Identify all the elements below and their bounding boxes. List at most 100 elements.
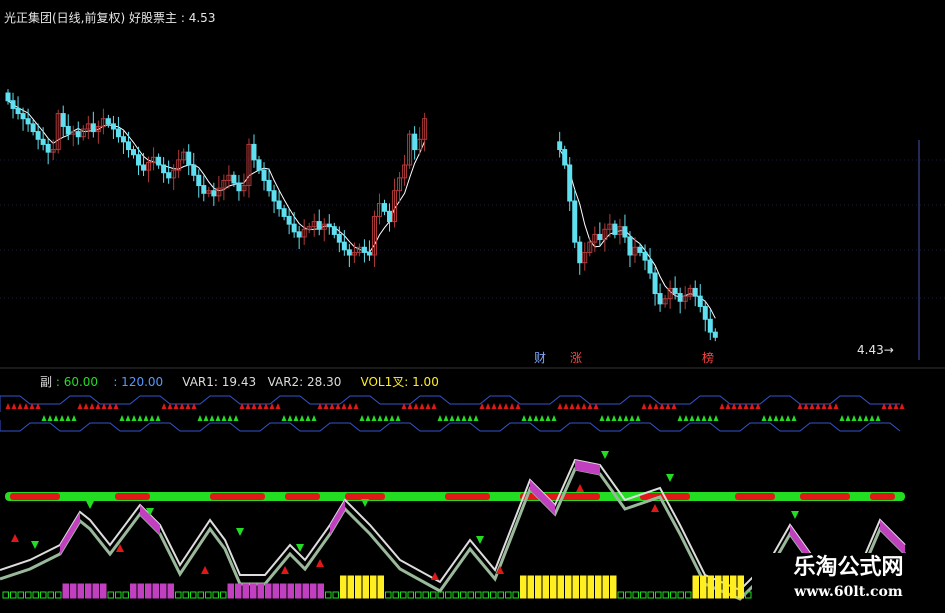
candle-body-103 bbox=[652, 272, 658, 295]
arrow-mark-116 bbox=[701, 415, 707, 421]
trend-bar-red-1 bbox=[115, 493, 150, 500]
arrow-mark-106 bbox=[641, 403, 647, 409]
bottom-chip-79 bbox=[595, 575, 602, 599]
candle-body-97 bbox=[622, 226, 628, 238]
arrow-mark-103 bbox=[623, 415, 629, 421]
bottom-chip-82 bbox=[617, 591, 624, 599]
arrow-mark-131 bbox=[791, 415, 797, 421]
arrow-mark-61 bbox=[371, 415, 377, 421]
sell-arrow-8 bbox=[666, 474, 674, 482]
tag-cai[interactable]: 财 bbox=[532, 349, 548, 366]
bottom-chip-44 bbox=[332, 591, 339, 599]
bottom-chip-26 bbox=[197, 591, 204, 599]
arrow-mark-143 bbox=[863, 415, 869, 421]
arrow-mark-20 bbox=[125, 415, 131, 421]
candle-body-11 bbox=[60, 113, 66, 127]
candle-body-101 bbox=[642, 251, 648, 261]
bottom-chip-7 bbox=[55, 591, 62, 599]
bottom-chip-3 bbox=[25, 591, 32, 599]
bottom-chip-98 bbox=[737, 575, 744, 599]
bottom-chip-70 bbox=[527, 575, 534, 599]
bottom-chip-88 bbox=[662, 591, 669, 599]
bottom-chip-20 bbox=[152, 583, 159, 599]
candle-body-5 bbox=[30, 123, 36, 133]
bottom-chip-94 bbox=[707, 575, 714, 599]
bottom-chip-53 bbox=[400, 591, 407, 599]
bottom-chip-41 bbox=[310, 583, 317, 599]
arrow-mark-76 bbox=[461, 415, 467, 421]
bottom-chip-22 bbox=[167, 583, 174, 599]
watermark-url: www.60lt.com bbox=[794, 584, 903, 600]
tag-zhang[interactable]: 涨 bbox=[568, 349, 584, 366]
arrow-mark-68 bbox=[413, 403, 419, 409]
arrow-mark-26 bbox=[161, 403, 167, 409]
arrow-mark-7 bbox=[47, 415, 53, 421]
sub-v2: : 120.00 bbox=[113, 375, 164, 389]
arrow-mark-6 bbox=[41, 415, 47, 421]
arrow-mark-115 bbox=[695, 415, 701, 421]
arrow-mark-63 bbox=[383, 415, 389, 421]
arrow-mark-64 bbox=[389, 415, 395, 421]
arrow-mark-144 bbox=[869, 415, 875, 421]
indicator-colon: : bbox=[180, 11, 185, 25]
arrow-mark-86 bbox=[521, 415, 527, 421]
arrow-mark-10 bbox=[65, 415, 71, 421]
candle-body-87 bbox=[572, 200, 578, 243]
bottom-chip-21 bbox=[160, 583, 167, 599]
candle-body-67 bbox=[341, 241, 347, 251]
buy-arrow-0 bbox=[11, 534, 19, 542]
candle-body-37 bbox=[191, 164, 197, 176]
candle-body-3 bbox=[20, 113, 26, 120]
candle-body-65 bbox=[331, 226, 337, 235]
bottom-chip-10 bbox=[77, 583, 84, 599]
bottom-chip-73 bbox=[550, 575, 557, 599]
candle-body-46 bbox=[236, 182, 242, 192]
sell-arrow-0 bbox=[31, 541, 39, 549]
arrow-mark-81 bbox=[491, 403, 497, 409]
arrow-mark-12 bbox=[77, 403, 83, 409]
candle-body-25 bbox=[131, 149, 136, 156]
arrow-mark-105 bbox=[635, 415, 641, 421]
arrow-mark-126 bbox=[761, 415, 767, 421]
arrow-mark-117 bbox=[707, 415, 713, 421]
candle-body-52 bbox=[266, 179, 272, 192]
bottom-chip-78 bbox=[587, 575, 594, 599]
candle-body-56 bbox=[286, 215, 292, 225]
arrow-mark-75 bbox=[455, 415, 461, 421]
candle-body-4 bbox=[25, 118, 31, 125]
candle-body-49 bbox=[251, 143, 257, 161]
candle-body-92 bbox=[597, 233, 603, 241]
candle-body-23 bbox=[120, 136, 126, 143]
candle-body-86 bbox=[567, 164, 573, 202]
candle-body-26 bbox=[136, 154, 142, 166]
arrow-mark-59 bbox=[359, 415, 365, 421]
tag-bang[interactable]: 榜 bbox=[700, 349, 716, 366]
arrow-mark-118 bbox=[713, 415, 719, 421]
arrow-mark-34 bbox=[209, 415, 215, 421]
bottom-chip-66 bbox=[497, 591, 504, 599]
bottom-chip-61 bbox=[460, 591, 467, 599]
bottom-chip-55 bbox=[415, 591, 422, 599]
candle-body-85 bbox=[562, 149, 568, 166]
arrow-mark-96 bbox=[581, 403, 587, 409]
trend-bar-red-5 bbox=[445, 493, 490, 500]
arrow-mark-9 bbox=[59, 415, 65, 421]
bottom-chip-32 bbox=[242, 583, 249, 599]
bottom-chip-49 bbox=[370, 575, 377, 599]
arrow-mark-47 bbox=[287, 415, 293, 421]
candle-body-2 bbox=[15, 107, 21, 115]
candle-body-111 bbox=[692, 287, 698, 297]
trend-bar-red-8 bbox=[735, 493, 775, 500]
candle-body-51 bbox=[261, 169, 267, 181]
arrow-mark-99 bbox=[599, 415, 605, 421]
bottom-chip-90 bbox=[677, 591, 684, 599]
chart-stage bbox=[0, 0, 945, 609]
bottom-chip-65 bbox=[490, 591, 497, 599]
candle-body-75 bbox=[382, 203, 387, 212]
bottom-chip-74 bbox=[557, 575, 564, 599]
buy-arrow-5 bbox=[431, 572, 439, 580]
arrow-mark-0 bbox=[5, 403, 11, 409]
arrow-mark-108 bbox=[653, 403, 659, 409]
sell-arrow-5 bbox=[361, 499, 369, 507]
var1-label: VAR1: 19.43 bbox=[182, 375, 257, 389]
